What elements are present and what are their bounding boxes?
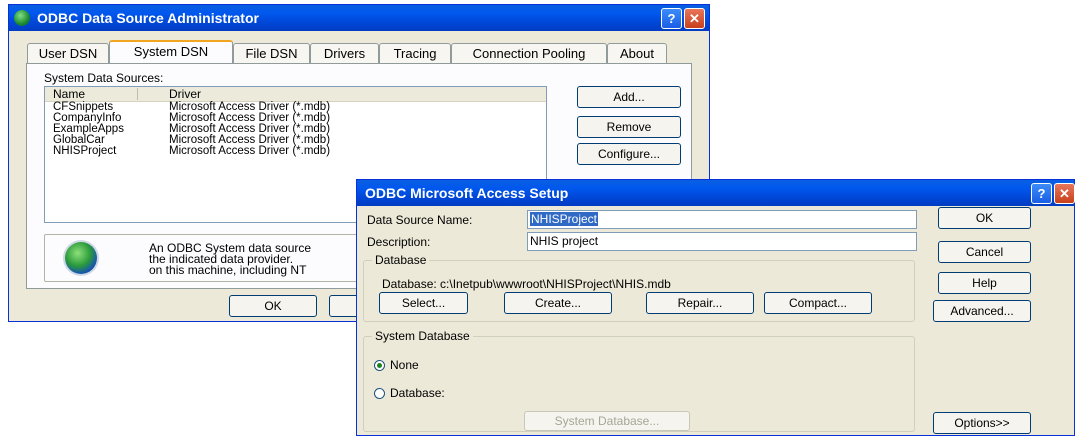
database-path: Database: c:\Inetpub\wwwroot\NHISProject…: [382, 277, 671, 291]
list-label: System Data Sources:: [44, 71, 164, 85]
system-database-button[interactable]: System Database...: [524, 411, 690, 431]
tab-tracing[interactable]: Tracing: [379, 43, 451, 63]
advanced-button[interactable]: Advanced...: [933, 300, 1031, 322]
tab-user-dsn[interactable]: User DSN: [27, 43, 109, 63]
tab-about[interactable]: About: [607, 43, 667, 63]
database-group-title: Database: [372, 253, 430, 267]
close-icon[interactable]: ✕: [1054, 183, 1075, 204]
options-button[interactable]: Options>>: [933, 412, 1031, 434]
odbc-app-icon: [14, 10, 30, 26]
radio-none[interactable]: [374, 360, 385, 371]
radio-none-label: None: [390, 358, 419, 372]
cancel-button[interactable]: Cancel: [938, 241, 1031, 263]
compact-button[interactable]: Compact...: [764, 292, 872, 314]
ok-button[interactable]: OK: [938, 207, 1031, 229]
radio-database[interactable]: [374, 388, 385, 399]
close-icon[interactable]: ✕: [684, 8, 705, 29]
select-button[interactable]: Select...: [379, 292, 468, 314]
system-database-group: System Database None Database: System Da…: [363, 329, 915, 432]
tab-drivers[interactable]: Drivers: [310, 43, 379, 63]
description-input[interactable]: NHIS project: [527, 232, 917, 251]
database-group: Database Database: c:\Inetpub\wwwroot\NH…: [363, 253, 915, 322]
description-label: Description:: [367, 235, 431, 249]
radio-database-label: Database:: [390, 386, 445, 400]
system-database-group-title: System Database: [372, 329, 473, 343]
add-button[interactable]: Add...: [577, 86, 681, 108]
list-header: Name Driver: [45, 87, 546, 102]
access-setup-window: ODBC Microsoft Access Setup ? ✕ Data Sou…: [356, 179, 1075, 436]
repair-button[interactable]: Repair...: [646, 292, 754, 314]
tab-file-dsn[interactable]: File DSN: [233, 43, 310, 63]
ok-button[interactable]: OK: [229, 295, 317, 317]
dsn-value-selected: NHISProject: [530, 212, 599, 226]
help-icon[interactable]: ?: [1031, 183, 1052, 204]
dsn-input[interactable]: NHISProject: [527, 210, 917, 229]
info-line: on this machine, including NT: [149, 263, 307, 277]
odbc-admin-title: ODBC Data Source Administrator: [37, 10, 259, 26]
remove-button[interactable]: Remove: [577, 116, 681, 138]
access-setup-titlebar[interactable]: ODBC Microsoft Access Setup ? ✕: [357, 180, 1075, 206]
help-icon[interactable]: ?: [661, 8, 682, 29]
help-button[interactable]: Help: [938, 272, 1031, 294]
column-header-driver[interactable]: Driver: [169, 87, 201, 101]
dsn-label: Data Source Name:: [367, 213, 473, 227]
odbc-admin-titlebar[interactable]: ODBC Data Source Administrator ? ✕: [9, 5, 709, 31]
tab-connection-pooling[interactable]: Connection Pooling: [451, 43, 607, 63]
globe-icon: [65, 242, 97, 274]
column-header-name[interactable]: Name: [53, 87, 85, 101]
column-divider[interactable]: [137, 88, 138, 100]
tab-system-dsn[interactable]: System DSN: [109, 40, 233, 64]
create-button[interactable]: Create...: [504, 292, 612, 314]
configure-button[interactable]: Configure...: [577, 143, 681, 165]
access-setup-title: ODBC Microsoft Access Setup: [365, 185, 569, 201]
